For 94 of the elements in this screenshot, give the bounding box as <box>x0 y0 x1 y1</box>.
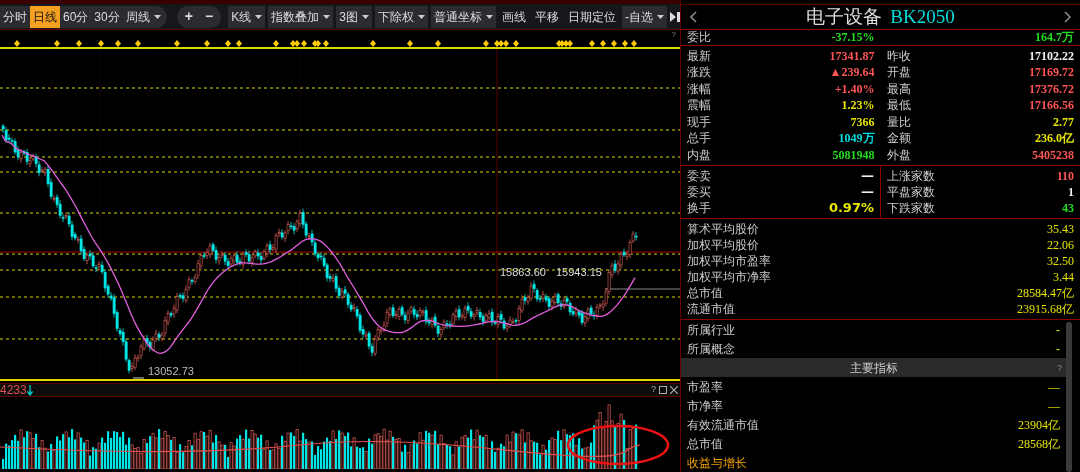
field-label: 现手 <box>687 113 711 130</box>
field-label: 内盘 <box>687 146 711 163</box>
field-label: 总市值 <box>687 435 723 452</box>
field-label: 总手 <box>687 130 711 147</box>
toolbar-button[interactable]: 3图 <box>336 5 372 28</box>
subsection-title: 收益与增长 <box>687 454 747 471</box>
field-value: 0.97% <box>828 200 874 216</box>
help-mark[interactable]: ? <box>651 383 656 397</box>
field-label: 金额 <box>886 130 911 147</box>
field-label: 加权平均股价 <box>687 237 759 253</box>
toolbar-button[interactable]: 日期定位 <box>565 5 619 28</box>
field-value: 1.23% <box>841 97 875 114</box>
field-value: 28568亿 <box>1018 435 1060 452</box>
field-label: 上涨家数 <box>887 168 935 184</box>
period-tab[interactable]: 分时 <box>0 5 30 28</box>
field-label: 换手 <box>687 200 711 216</box>
field-value: 7366 <box>850 113 875 130</box>
field-value: +1.40% <box>834 80 875 97</box>
toolbar-button[interactable]: 下除权 <box>375 5 428 28</box>
field-value: 17341.87 <box>829 47 875 64</box>
field-value: 22.06 <box>1047 237 1074 253</box>
field-label: 昨收 <box>886 47 911 64</box>
field-label: 算术平均股价 <box>687 221 759 237</box>
price-label: 15863.60 <box>500 266 546 278</box>
field-value: ▲239.64 <box>829 64 875 81</box>
field-value: 32.50 <box>1047 253 1074 269</box>
field-label: 涨跌 <box>687 64 711 81</box>
field-label: 所属行业 <box>687 321 735 338</box>
toolbar-button[interactable]: K线 <box>228 5 266 28</box>
field-value: 17166.56 <box>1029 97 1074 114</box>
field-label: 市盈率 <box>687 378 723 395</box>
toolbar-button[interactable]: 指数叠加 <box>268 5 334 28</box>
field-value: 28584.47亿 <box>1017 285 1074 301</box>
field-label: 最高 <box>886 80 911 97</box>
field-label: 外盘 <box>886 146 911 163</box>
field-label: 流通市值 <box>687 301 735 317</box>
field-value: 23915.68亿 <box>1017 301 1074 317</box>
field-label: 加权平均市盈率 <box>687 253 771 269</box>
field-label: 委买 <box>687 184 711 200</box>
field-label: 市净率 <box>687 397 723 414</box>
field-value: - <box>1056 321 1060 338</box>
field-value: 1049万 <box>838 130 875 147</box>
field-value: 17102.22 <box>1029 47 1074 64</box>
volume-reading: 4233 <box>0 382 27 399</box>
field-label: 最低 <box>886 97 911 114</box>
field-label: 加权平均市净率 <box>687 269 771 285</box>
price-label: 15943.15 <box>556 266 602 278</box>
field-label: 涨幅 <box>687 80 711 97</box>
field-value: 110 <box>1056 168 1074 184</box>
period-tab[interactable]: 60分 <box>60 5 92 28</box>
field-value: — <box>861 184 874 200</box>
field-value: 5405238 <box>1032 146 1074 163</box>
field-label: 所属概念 <box>687 340 735 357</box>
field-label: 总市值 <box>687 285 723 301</box>
toolbar-button[interactable]: 画线 <box>499 5 529 28</box>
help-mark[interactable]: ? <box>1057 359 1062 376</box>
field-value: 43 <box>1062 200 1074 216</box>
toolbar-button[interactable]: -自选 <box>622 5 667 28</box>
period-tab[interactable]: 周线 <box>122 5 167 28</box>
field-value: 17169.72 <box>1029 64 1074 81</box>
field-label: 平盘家数 <box>887 184 935 200</box>
field-label: 委卖 <box>687 168 711 184</box>
field-label: 开盘 <box>886 64 911 81</box>
field-value: 236.0亿 <box>1035 130 1074 147</box>
field-label: 委比 <box>687 29 711 45</box>
field-value: — <box>1048 378 1060 395</box>
field-value: — <box>861 168 874 184</box>
field-value: 3.44 <box>1053 269 1074 285</box>
field-value: -37.15% <box>831 29 875 45</box>
field-label: 最新 <box>687 47 711 64</box>
toolbar-button[interactable]: 平移 <box>532 5 562 28</box>
field-value: 164.7万 <box>1035 29 1074 45</box>
sector-name: 电子设备 <box>806 8 883 25</box>
zoom-button[interactable]: − <box>204 6 214 27</box>
field-value: 2.77 <box>1053 113 1074 130</box>
toolbar-button[interactable]: 普通坐标 <box>431 5 496 28</box>
field-label: 有效流通市值 <box>687 416 759 433</box>
help-mark[interactable]: ? <box>671 29 676 41</box>
field-value: 1 <box>1068 184 1074 200</box>
price-label: 13052.73 <box>148 365 194 377</box>
field-value: — <box>1048 397 1060 414</box>
field-value: 35.43 <box>1047 221 1074 237</box>
period-tab[interactable]: 日线 <box>30 5 60 28</box>
field-value: 17376.72 <box>1029 80 1074 97</box>
field-label: 下跌家数 <box>887 200 935 216</box>
field-label: 量比 <box>886 113 911 130</box>
sector-code: BK2050 <box>890 8 955 25</box>
section-title: 主要指标 <box>849 359 898 376</box>
zoom-button[interactable]: + <box>184 6 193 27</box>
field-label: 震幅 <box>687 97 711 114</box>
period-tab[interactable]: 30分 <box>91 5 123 28</box>
field-value: - <box>1056 340 1060 357</box>
field-value: 23904亿 <box>1018 416 1060 433</box>
field-value: 5081948 <box>832 146 875 163</box>
